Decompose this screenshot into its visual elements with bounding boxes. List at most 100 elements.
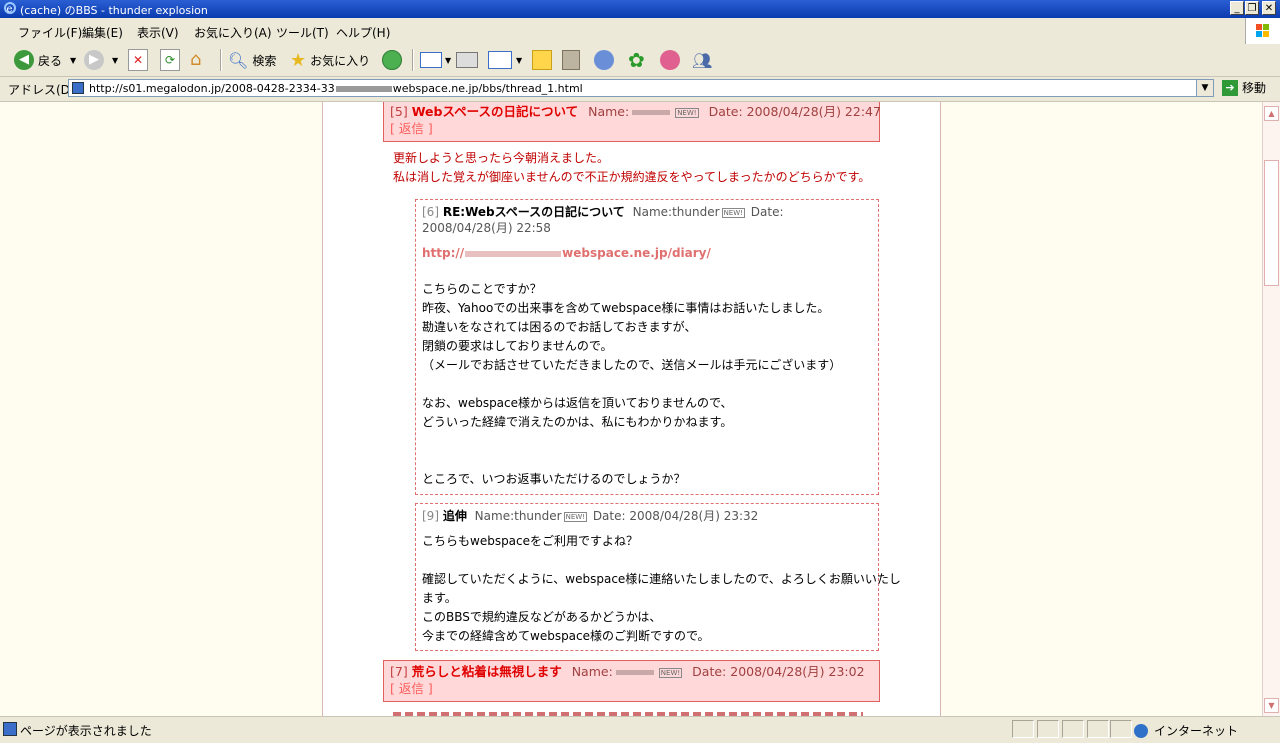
body-line: 勘違いをなされては困るのでお話しておきますが、 bbox=[422, 320, 697, 334]
chevron-down-icon[interactable]: ▼ bbox=[516, 56, 522, 65]
toolbar-separator bbox=[412, 49, 414, 71]
body-line: このBBSで規約違反などがあるかどうかは、 bbox=[422, 610, 662, 624]
character-button[interactable] bbox=[660, 48, 680, 72]
page-icon bbox=[72, 82, 84, 94]
post-header: [7] 荒らしと粘着は無視します Name: NEW! Date: 2008/04… bbox=[383, 660, 880, 702]
close-button[interactable]: ✕ bbox=[1262, 1, 1276, 15]
favorites-button[interactable]: ★ お気に入り bbox=[290, 48, 370, 72]
reply-post: [9] 追伸 Name:thunder NEW! Date: 2008/04/28… bbox=[415, 503, 901, 651]
window-title: (cache) のBBS - thunder explosion bbox=[20, 4, 208, 17]
forward-button[interactable]: ▶ ▼ bbox=[84, 48, 118, 72]
zone-label: インターネット bbox=[1154, 724, 1239, 738]
messenger-icon bbox=[594, 50, 614, 70]
status-bar: ページが表示されました インターネット bbox=[0, 716, 1280, 743]
research-icon bbox=[562, 50, 580, 70]
users-button[interactable]: 👥︎ bbox=[692, 48, 712, 72]
scroll-up-button[interactable]: ▲ bbox=[1264, 106, 1279, 121]
post-date: 2008/04/28(月) 22:47 bbox=[746, 104, 881, 119]
body-line: なお、webspace様からは返信を頂いておりませんので、 bbox=[422, 396, 733, 410]
discuss-button[interactable] bbox=[532, 48, 552, 72]
new-badge: NEW! bbox=[563, 511, 587, 522]
mail-button[interactable]: ▼ bbox=[420, 48, 451, 72]
reply-date: 2008/04/28(月) 22:58 bbox=[422, 221, 551, 235]
url-suffix: webspace.ne.jp/bbs/thread_1.html bbox=[392, 82, 583, 95]
reply-body: こちらもwebspaceをご利用ですよね？ 確認していただくように、webspa… bbox=[422, 532, 901, 646]
maximize-button[interactable]: ❐ bbox=[1245, 1, 1259, 15]
reply-number: [9] bbox=[422, 509, 439, 523]
svg-text:e: e bbox=[7, 4, 13, 15]
history-icon bbox=[382, 50, 402, 70]
menu-edit[interactable]: 編集(E) bbox=[82, 24, 123, 41]
print-icon bbox=[456, 52, 478, 68]
status-pane bbox=[1012, 720, 1034, 738]
edit-page-icon bbox=[488, 51, 512, 69]
chevron-down-icon: ▼ bbox=[1268, 701, 1275, 710]
address-dropdown-button[interactable]: ▼ bbox=[1196, 80, 1213, 96]
note-icon bbox=[532, 50, 552, 70]
minimize-button[interactable]: _ bbox=[1230, 1, 1244, 15]
post-body: 更新しようと思ったら今朝消えました。 私は消した覚えが御座いませんので不正か規約… bbox=[393, 149, 870, 187]
stop-button[interactable]: ✕ bbox=[128, 48, 148, 72]
reply-link[interactable]: [ 返信 ] bbox=[390, 681, 433, 696]
title-bar: e (cache) のBBS - thunder explosion _ ❐ ✕ bbox=[0, 0, 1280, 18]
menu-help[interactable]: ヘルプ(H) bbox=[336, 24, 390, 41]
globe-icon bbox=[1134, 723, 1148, 738]
scroll-down-button[interactable]: ▼ bbox=[1264, 698, 1279, 713]
reply-header: [9] 追伸 Name:thunder NEW! Date: 2008/04/28… bbox=[422, 508, 872, 524]
search-button[interactable]: 🔍︎ 検索 bbox=[228, 48, 276, 72]
body-line: 閉鎖の要求はしておりませんので。 bbox=[422, 339, 613, 353]
new-badge: NEW! bbox=[721, 207, 745, 218]
history-button[interactable] bbox=[382, 48, 402, 72]
body-line: 今までの経緯含めてwebspace様のご判断ですので。 bbox=[422, 629, 710, 643]
messenger-button[interactable] bbox=[594, 48, 614, 72]
reply-subject: 追伸 bbox=[442, 509, 467, 523]
menu-file[interactable]: ファイル(F) bbox=[18, 24, 82, 41]
menu-view[interactable]: 表示(V) bbox=[137, 24, 179, 41]
scroll-thumb[interactable] bbox=[1264, 160, 1279, 286]
address-input[interactable]: http://s01.megalodon.jp/2008-0428-2334-3… bbox=[68, 79, 1214, 97]
back-arrow-icon: ◀ bbox=[14, 50, 34, 70]
stop-icon: ✕ bbox=[128, 49, 148, 71]
edit-button[interactable]: ▼ bbox=[488, 48, 522, 72]
print-button[interactable] bbox=[456, 48, 478, 72]
address-label: アドレス(D) bbox=[8, 83, 75, 97]
body-line: 昨夜、Yahooでの出来事を含めてwebspace様に事情はお話いたしました。 bbox=[422, 301, 830, 315]
back-label: 戻る bbox=[38, 53, 63, 68]
chevron-down-icon[interactable]: ▼ bbox=[70, 56, 76, 65]
go-button[interactable]: ➔ 移動 bbox=[1222, 79, 1266, 96]
back-button[interactable]: ◀ 戻る ▼ bbox=[14, 48, 76, 72]
chevron-down-icon[interactable]: ▼ bbox=[112, 56, 118, 65]
home-button[interactable]: ⌂ bbox=[190, 48, 212, 72]
date-label: Date: bbox=[708, 104, 743, 119]
security-zone: インターネット bbox=[1134, 722, 1238, 739]
icq-button[interactable]: ✿ bbox=[628, 48, 645, 72]
go-arrow-icon: ➔ bbox=[1222, 79, 1238, 96]
redacted-name bbox=[615, 670, 654, 675]
new-badge: NEW! bbox=[675, 107, 699, 118]
date-label: Date: bbox=[750, 205, 784, 219]
chevron-down-icon[interactable]: ▼ bbox=[445, 56, 451, 65]
reply-link[interactable]: [ 返信 ] bbox=[390, 121, 433, 136]
menu-favorites[interactable]: お気に入り(A) bbox=[194, 24, 272, 41]
status-text: ページが表示されました bbox=[20, 724, 152, 738]
reply-header: [6] RE:Webスペースの日記について Name:thunder NEW! D… bbox=[422, 204, 872, 236]
character-icon bbox=[660, 50, 680, 70]
body-line: こちらのことですか？ bbox=[422, 282, 542, 296]
body-line: ところで、いつお返事いただけるのでしょうか？ bbox=[422, 472, 686, 486]
status-pane bbox=[1062, 720, 1084, 738]
url-prefix: http://s01.megalodon.jp/2008-0428-2334-3… bbox=[89, 82, 335, 95]
menu-tools[interactable]: ツール(T) bbox=[276, 24, 329, 41]
users-icon: 👥︎ bbox=[692, 50, 713, 70]
post-subject: Webスペースの日記について bbox=[411, 104, 579, 119]
redacted-text bbox=[335, 86, 392, 92]
body-line: 私は消した覚えが御座いませんので不正か規約違反をやってしまったかのどちらかです。 bbox=[393, 170, 871, 184]
vertical-scrollbar[interactable]: ▲ ▼ bbox=[1262, 102, 1280, 716]
refresh-button[interactable]: ⟳ bbox=[160, 48, 180, 72]
page-done-icon bbox=[3, 722, 17, 736]
menu-bar: ファイル(F) 編集(E) 表示(V) お気に入り(A) ツール(T) ヘルプ(… bbox=[0, 18, 1280, 45]
research-button[interactable] bbox=[562, 48, 580, 72]
name-label: Name: bbox=[632, 205, 673, 219]
diary-link[interactable]: http:// webspace.ne.jp/diary/ bbox=[422, 244, 872, 263]
toolbar: ◀ 戻る ▼ ▶ ▼ ✕ ⟳ ⌂ 🔍︎ 検索 ★ お気に入り ▼ ▼ ✿ 👥︎ bbox=[0, 44, 1280, 77]
status-pane bbox=[1037, 720, 1059, 738]
